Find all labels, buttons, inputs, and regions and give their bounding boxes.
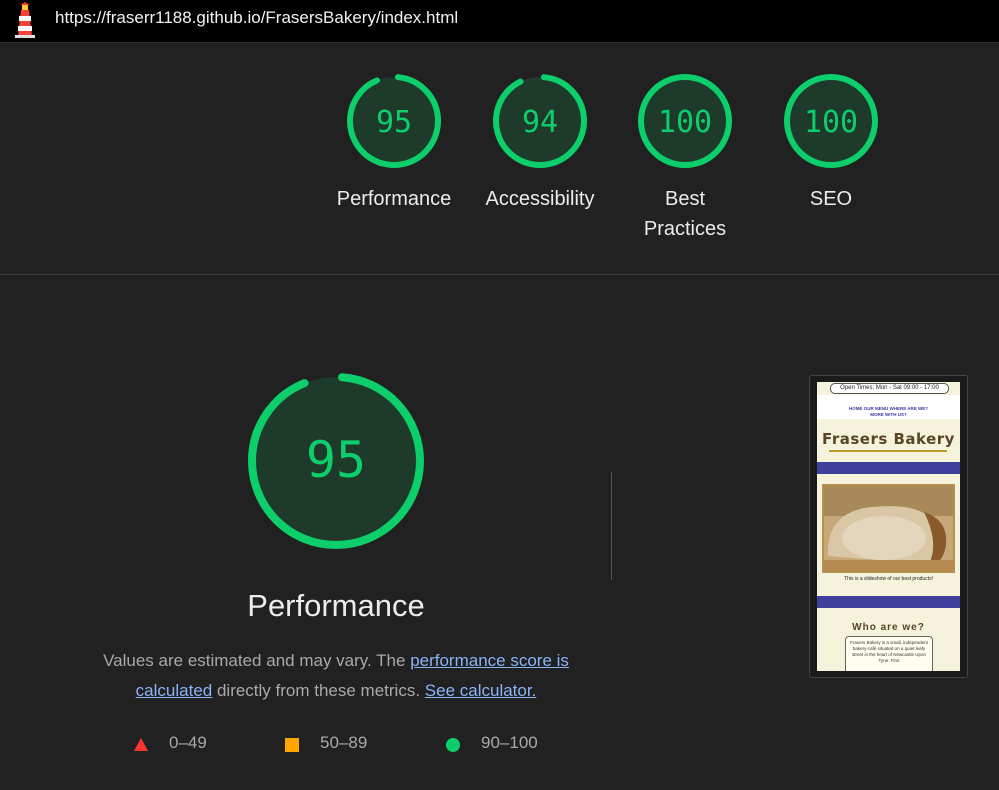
screenshot-viewport: HOME OUR MENU WHERE ARE WE? MORE WITH US… [817,382,960,671]
page-screenshot[interactable]: HOME OUR MENU WHERE ARE WE? MORE WITH US… [809,375,968,678]
site-hours: Open Times: Mon - Sat 09:00 - 17:00 [830,383,949,394]
score-label[interactable]: SEO [761,184,901,214]
score-gauge-svg: 100 [784,74,878,168]
who-box: Frasers Bakery is a small, independent b… [845,636,933,671]
score-gauge-svg: 100 [638,74,732,168]
score-label[interactable]: Performance [324,184,464,214]
legend-range: 90–100 [481,733,538,752]
who-text: Frasers Bakery is a small, independent b… [850,640,928,663]
description-text-mid: directly from these metrics. [212,681,425,700]
performance-heading: Performance [247,588,425,623]
performance-description: Values are estimated and may vary. The p… [80,646,592,706]
who-heading: Who are we? [852,622,925,633]
see-calculator-link[interactable]: See calculator. [425,681,537,700]
performance-gauge-large: 95 [245,370,427,552]
site-band-bottom [817,596,960,608]
triangle-icon [134,738,148,751]
legend-range: 0–49 [169,733,207,752]
score-value: 100 [658,105,712,140]
address-url[interactable]: https://fraserr1188.github.io/FrasersBak… [55,8,458,28]
description-text: Values are estimated and may vary. The [103,651,411,670]
site-title: Frasers Bakery [822,430,955,448]
score-gauge-svg: 95 [347,74,441,168]
lighthouse-icon [15,2,35,38]
vertical-separator [611,472,612,580]
section-divider [0,274,999,275]
score-gauge-svg: 94 [493,74,587,168]
square-icon [285,738,299,752]
slideshow-caption: This is a slideshow of our best products… [844,576,933,582]
score-label[interactable]: Best Practices [640,184,730,244]
bread-image [824,486,953,571]
browser-bar: https://fraserr1188.github.io/FrasersBak… [0,0,999,43]
score-gauge[interactable]: 95 [346,73,442,169]
score-value: 95 [376,105,412,140]
score-gauge[interactable]: 94 [492,73,588,169]
score-gauge[interactable]: 100 [783,73,879,169]
score-label[interactable]: Accessibility [470,184,610,214]
site-nav-line2: MORE WITH US? [870,412,907,417]
circle-icon [446,738,460,752]
performance-gauge-svg: 95 [248,373,424,549]
site-title-underline [829,450,947,452]
score-value: 94 [522,105,558,140]
site-band-top [817,462,960,474]
bread-photo [822,484,955,573]
score-value: 100 [804,105,858,140]
legend-range: 50–89 [320,733,368,752]
performance-score-large: 95 [306,431,366,489]
score-gauge[interactable]: 100 [637,73,733,169]
site-nav: HOME OUR MENU WHERE ARE WE? MORE WITH US… [817,395,960,419]
